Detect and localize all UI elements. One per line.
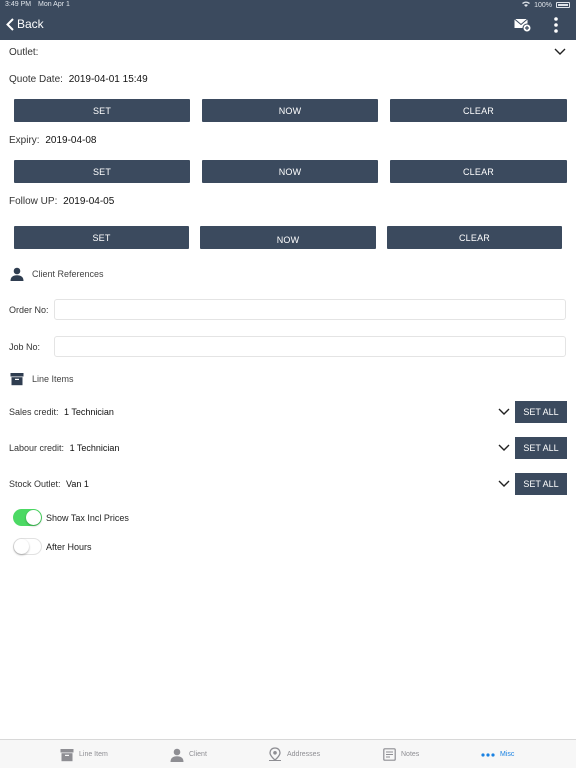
back-label: Back: [17, 17, 44, 31]
tax-incl-toggle-row: Show Tax Incl Prices: [13, 509, 129, 526]
follow-up-row: Follow UP: 2019-04-05: [9, 196, 114, 207]
after-hours-label: After Hours: [46, 541, 92, 552]
sales-credit-set-all-button[interactable]: SET ALL: [515, 401, 567, 423]
labour-credit-set-all-button[interactable]: SET ALL: [515, 437, 567, 459]
expiry-value: 2019-04-08: [45, 135, 97, 146]
ellipsis-icon: [481, 752, 495, 757]
line-items-title: Line Items: [32, 374, 74, 384]
tab-line-item-label: Line Item: [79, 751, 108, 758]
stock-outlet-value[interactable]: Van 1: [66, 479, 89, 489]
job-no-input[interactable]: [54, 336, 566, 357]
chevron-left-icon: [6, 17, 14, 31]
quote-date-label: Quote Date:: [9, 74, 63, 85]
line-items-header: Line Items: [10, 372, 74, 386]
client-references-title: Client References: [32, 269, 104, 279]
expiry-set-button[interactable]: SET: [14, 160, 190, 183]
follow-up-value: 2019-04-05: [63, 196, 115, 207]
stock-outlet-row: Stock Outlet: Van 1: [9, 479, 89, 489]
mail-send-icon: [514, 18, 532, 33]
order-no-input[interactable]: [54, 299, 566, 320]
tab-notes[interactable]: Notes: [383, 740, 419, 768]
expiry-now-button[interactable]: NOW: [202, 160, 378, 183]
sales-credit-row: Sales credit: 1 Technician: [9, 407, 114, 417]
after-hours-toggle[interactable]: [13, 538, 42, 555]
after-hours-toggle-row: After Hours: [13, 538, 92, 555]
tab-misc[interactable]: Misc: [481, 740, 514, 768]
person-icon: [10, 267, 24, 281]
labour-credit-value[interactable]: 1 Technician: [70, 443, 120, 453]
toggle-knob: [26, 510, 41, 525]
follow-up-clear-button[interactable]: CLEAR: [387, 226, 562, 249]
labour-credit-row: Labour credit: 1 Technician: [9, 443, 119, 453]
stock-outlet-dropdown-chevron-icon[interactable]: [498, 480, 510, 488]
wifi-icon: [522, 1, 531, 9]
more-menu-button[interactable]: [551, 16, 561, 34]
labour-credit-label: Labour credit:: [9, 443, 65, 453]
battery-percent: 100%: [534, 1, 552, 9]
archive-box-icon: [60, 748, 74, 761]
archive-box-icon: [10, 373, 24, 386]
follow-up-now-button[interactable]: NOW: [200, 226, 376, 249]
status-date: Mon Apr 1: [38, 1, 70, 8]
tab-addresses-label: Addresses: [287, 751, 321, 758]
tab-client-label: Client: [189, 751, 207, 758]
quote-date-row: Quote Date: 2019-04-01 15:49: [9, 74, 148, 85]
expiry-label: Expiry:: [9, 135, 40, 146]
status-bar: 3:49 PM Mon Apr 1 100%: [0, 0, 576, 10]
expiry-row: Expiry: 2019-04-08: [9, 135, 97, 146]
follow-up-set-button[interactable]: SET: [14, 226, 189, 249]
tab-client[interactable]: Client: [170, 740, 207, 768]
person-icon: [170, 748, 184, 762]
expiry-clear-button[interactable]: CLEAR: [390, 160, 567, 183]
map-pin-icon: [269, 747, 281, 761]
battery-icon: [556, 2, 570, 8]
status-time: 3:49 PM: [5, 1, 32, 8]
tab-line-item[interactable]: Line Item: [60, 740, 108, 768]
job-no-label: Job No:: [9, 342, 41, 352]
client-references-header: Client References: [10, 267, 104, 281]
tab-addresses[interactable]: Addresses: [268, 740, 320, 768]
outlet-dropdown-chevron-icon[interactable]: [554, 48, 566, 56]
sales-credit-dropdown-chevron-icon[interactable]: [498, 408, 510, 416]
sales-credit-value[interactable]: 1 Technician: [64, 407, 114, 417]
quote-date-value: 2019-04-01 15:49: [68, 74, 148, 85]
quote-date-set-button[interactable]: SET: [14, 99, 190, 122]
status-right: 100%: [522, 1, 570, 9]
tab-misc-label: Misc: [500, 751, 515, 758]
tab-notes-label: Notes: [401, 751, 420, 758]
sales-credit-label: Sales credit:: [9, 407, 59, 417]
toggle-knob: [14, 539, 29, 554]
nav-bar: 3:49 PM Mon Apr 1 100% Back: [0, 0, 576, 40]
tab-bar: Line Item Client Addresses Notes Misc: [0, 739, 576, 768]
tax-incl-label: Show Tax Incl Prices: [46, 512, 129, 523]
quote-date-now-button[interactable]: NOW: [202, 99, 378, 122]
more-vertical-icon: [554, 17, 558, 33]
labour-credit-dropdown-chevron-icon[interactable]: [498, 444, 510, 452]
tax-incl-toggle[interactable]: [13, 509, 42, 526]
quote-date-clear-button[interactable]: CLEAR: [390, 99, 567, 122]
notes-icon: [383, 748, 396, 761]
outlet-label: Outlet:: [9, 47, 39, 58]
stock-outlet-label: Stock Outlet:: [9, 479, 61, 489]
back-button[interactable]: Back: [6, 17, 44, 31]
send-email-button[interactable]: [514, 17, 532, 33]
stock-outlet-set-all-button[interactable]: SET ALL: [515, 473, 567, 495]
follow-up-label: Follow UP:: [9, 196, 58, 207]
order-no-label: Order No:: [9, 305, 49, 315]
